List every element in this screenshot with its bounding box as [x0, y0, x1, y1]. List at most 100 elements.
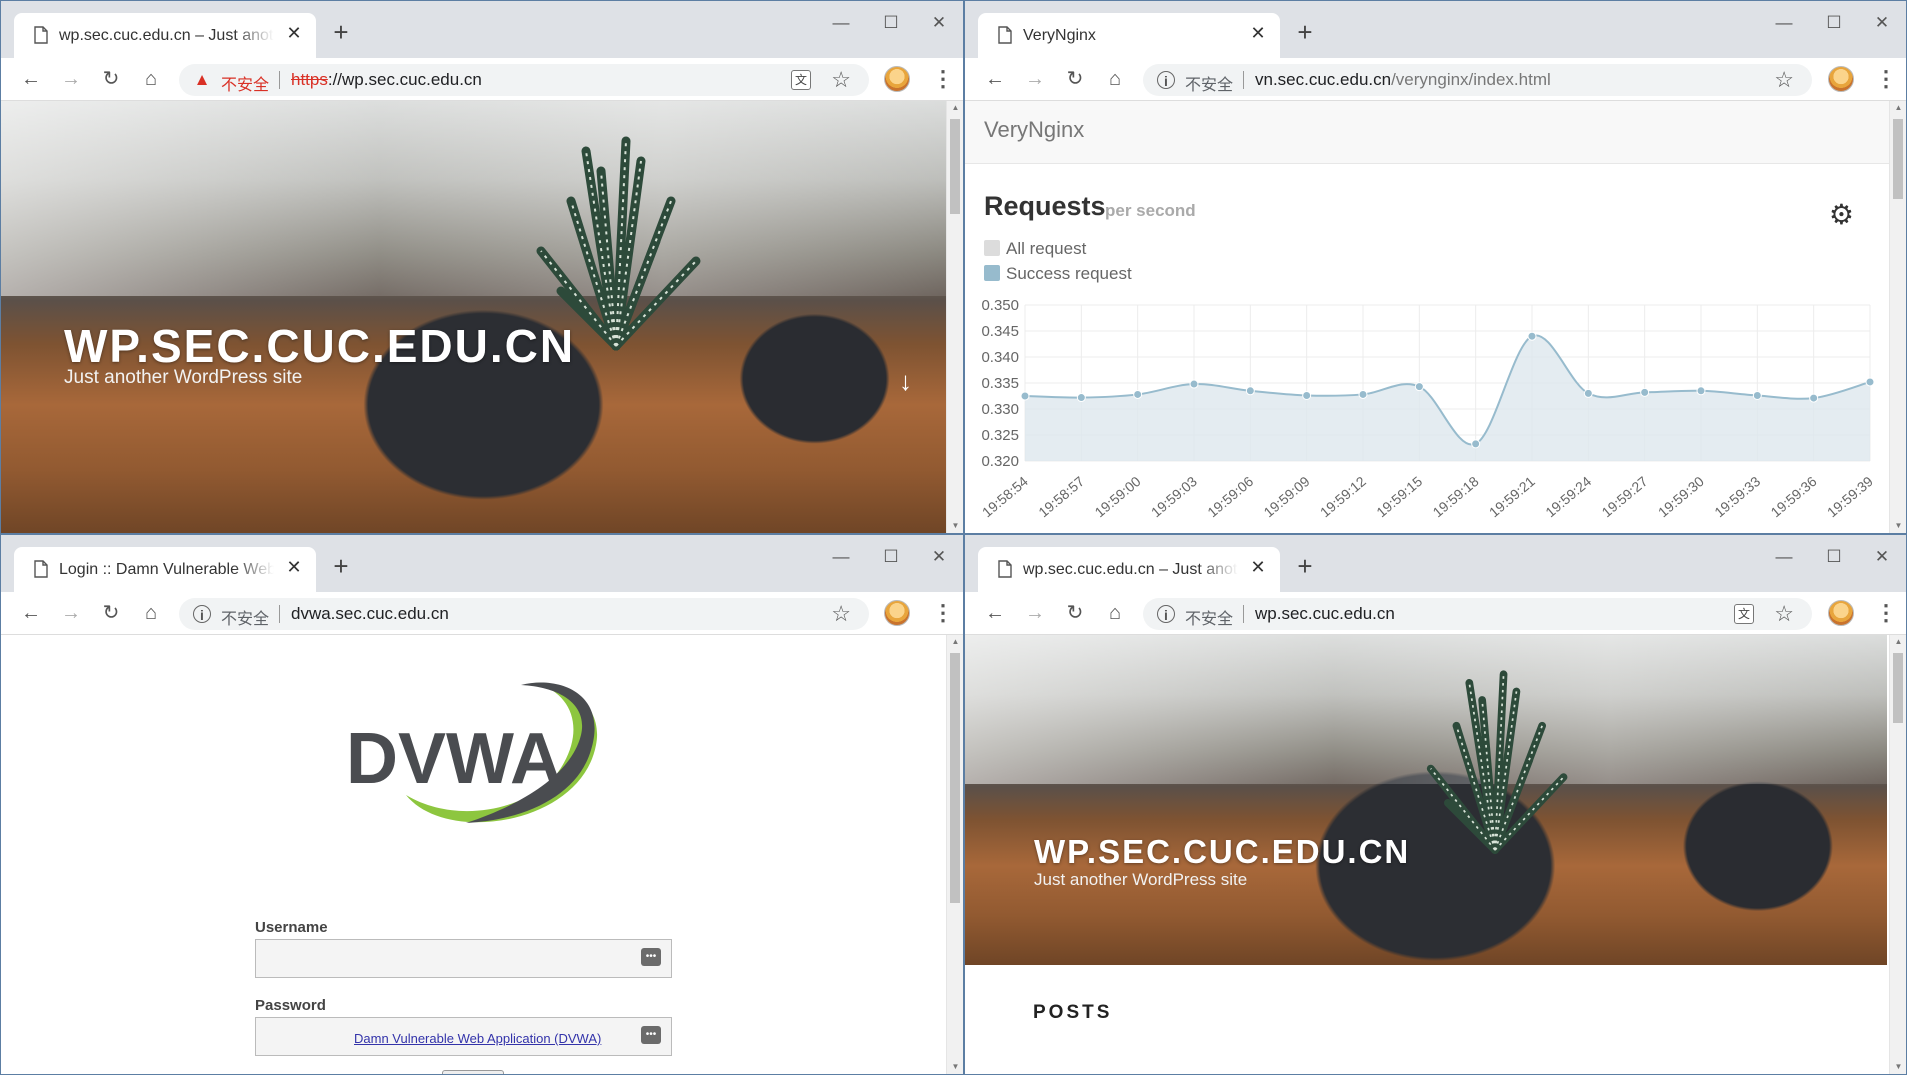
back-icon[interactable]: ←	[981, 65, 1009, 93]
back-icon[interactable]: ←	[17, 65, 45, 93]
scroll-up-arrow-icon[interactable]: ▲	[947, 635, 963, 649]
home-icon[interactable]: ⌂	[1101, 599, 1129, 627]
warning-icon[interactable]: ▲	[193, 71, 211, 89]
reload-icon[interactable]: ↻	[97, 65, 125, 93]
url-text[interactable]: dvwa.sec.cuc.edu.cn	[291, 604, 449, 624]
close-window-button[interactable]: ✕	[1862, 9, 1902, 37]
brand[interactable]: VeryNginx	[984, 117, 1084, 143]
tab-title: Login :: Damn Vulnerable Web Application…	[59, 561, 274, 579]
scroll-thumb[interactable]	[1893, 653, 1903, 723]
site-title[interactable]: WP.SEC.CUC.EDU.CN	[1034, 833, 1410, 871]
password-manager-key-icon[interactable]: •••	[641, 1026, 661, 1044]
scrollbar[interactable]: ▲ ▼	[946, 635, 963, 1074]
address-bar[interactable]: ▲ 不安全 https://wp.sec.cuc.edu.cn 文 ☆	[179, 64, 869, 96]
home-icon[interactable]: ⌂	[137, 65, 165, 93]
username-field[interactable]: •••	[255, 939, 672, 978]
translate-icon[interactable]: 文	[791, 70, 811, 90]
profile-avatar[interactable]	[1828, 600, 1854, 626]
close-tab-icon[interactable]: ✕	[1248, 23, 1268, 43]
scroll-thumb[interactable]	[950, 653, 960, 903]
reload-icon[interactable]: ↻	[1061, 599, 1089, 627]
scroll-thumb[interactable]	[1893, 119, 1903, 199]
home-icon[interactable]: ⌂	[137, 599, 165, 627]
more-menu-icon[interactable]: ⋮	[932, 64, 954, 94]
close-tab-icon[interactable]: ✕	[284, 23, 304, 43]
scroll-down-arrow-icon[interactable]: ▼	[1890, 1060, 1906, 1074]
legend-item-success[interactable]: Success request	[984, 264, 1132, 284]
back-icon[interactable]: ←	[17, 599, 45, 627]
forward-icon[interactable]: →	[57, 65, 85, 93]
scroll-up-arrow-icon[interactable]: ▲	[947, 101, 963, 115]
info-icon[interactable]: i	[1157, 605, 1175, 623]
scrollbar[interactable]: ▲ ▼	[1889, 101, 1906, 533]
scroll-down-arrow-icon[interactable]: ▼	[947, 1060, 963, 1074]
tab-wordpress[interactable]: wp.sec.cuc.edu.cn – Just another WordPre…	[978, 547, 1280, 592]
close-window-button[interactable]: ✕	[919, 543, 959, 571]
new-tab-button[interactable]: +	[326, 552, 356, 582]
url-text[interactable]: vn.sec.cuc.edu.cn/verynginx/index.html	[1255, 70, 1551, 90]
maximize-button[interactable]: ☐	[871, 543, 911, 571]
more-menu-icon[interactable]: ⋮	[1875, 64, 1897, 94]
info-icon[interactable]: i	[193, 605, 211, 623]
password-field[interactable]: Damn Vulnerable Web Application (DVWA) •…	[255, 1017, 672, 1056]
reload-icon[interactable]: ↻	[97, 599, 125, 627]
scroll-down-arrow-icon[interactable]: ▼	[1890, 519, 1906, 533]
maximize-button[interactable]: ☐	[1814, 543, 1854, 571]
close-window-button[interactable]: ✕	[1862, 543, 1902, 571]
autofill-suggestion-link[interactable]: Damn Vulnerable Web Application (DVWA)	[354, 1031, 601, 1046]
minimize-button[interactable]: —	[821, 9, 861, 37]
new-tab-button[interactable]: +	[1290, 18, 1320, 48]
bookmark-star-icon[interactable]: ☆	[1774, 67, 1794, 93]
scroll-down-arrow-icon[interactable]: ↓	[899, 366, 912, 397]
scrollbar[interactable]: ▲ ▼	[1889, 635, 1906, 1074]
close-tab-icon[interactable]: ✕	[1248, 557, 1268, 577]
tab-wordpress[interactable]: wp.sec.cuc.edu.cn – Just another WordPre…	[14, 13, 316, 58]
scroll-up-arrow-icon[interactable]: ▲	[1890, 635, 1906, 649]
bookmark-star-icon[interactable]: ☆	[1774, 601, 1794, 627]
home-icon[interactable]: ⌂	[1101, 65, 1129, 93]
forward-icon[interactable]: →	[57, 599, 85, 627]
site-title[interactable]: WP.SEC.CUC.EDU.CN	[64, 319, 575, 373]
back-icon[interactable]: ←	[981, 599, 1009, 627]
scroll-thumb[interactable]	[950, 119, 960, 214]
forward-icon[interactable]: →	[1021, 65, 1049, 93]
address-bar[interactable]: i 不安全 wp.sec.cuc.edu.cn 文 ☆	[1143, 598, 1812, 630]
scroll-up-arrow-icon[interactable]: ▲	[1890, 101, 1906, 115]
translate-icon[interactable]: 文	[1734, 604, 1754, 624]
dvwa-logo: DVWA	[346, 682, 598, 823]
minimize-button[interactable]: —	[821, 543, 861, 571]
tab-dvwa[interactable]: Login :: Damn Vulnerable Web Application…	[14, 547, 316, 592]
url-text[interactable]: wp.sec.cuc.edu.cn	[1255, 604, 1395, 624]
password-manager-key-icon[interactable]: •••	[641, 948, 661, 966]
close-tab-icon[interactable]: ✕	[284, 557, 304, 577]
close-window-button[interactable]: ✕	[919, 9, 959, 37]
info-icon[interactable]: i	[1157, 71, 1175, 89]
divider	[1243, 71, 1244, 89]
reload-icon[interactable]: ↻	[1061, 65, 1089, 93]
maximize-button[interactable]: ☐	[1814, 9, 1854, 37]
more-menu-icon[interactable]: ⋮	[1875, 598, 1897, 628]
bookmark-star-icon[interactable]: ☆	[831, 67, 851, 93]
scrollbar[interactable]: ▲ ▼	[946, 101, 963, 533]
address-bar[interactable]: i 不安全 dvwa.sec.cuc.edu.cn ☆	[179, 598, 869, 630]
document-icon	[34, 560, 48, 578]
tab-verynginx[interactable]: VeryNginx ✕	[978, 13, 1280, 58]
more-menu-icon[interactable]: ⋮	[932, 598, 954, 628]
profile-avatar[interactable]	[1828, 66, 1854, 92]
new-tab-button[interactable]: +	[1290, 552, 1320, 582]
scroll-down-arrow-icon[interactable]: ▼	[947, 519, 963, 533]
forward-icon[interactable]: →	[1021, 599, 1049, 627]
gear-icon[interactable]: ⚙	[1829, 198, 1854, 231]
new-tab-button[interactable]: +	[326, 18, 356, 48]
legend-item-all[interactable]: All request	[984, 239, 1086, 259]
bookmark-star-icon[interactable]: ☆	[831, 601, 851, 627]
login-button[interactable]	[442, 1070, 504, 1074]
minimize-button[interactable]: —	[1764, 543, 1804, 571]
address-bar[interactable]: i 不安全 vn.sec.cuc.edu.cn/verynginx/index.…	[1143, 64, 1812, 96]
profile-avatar[interactable]	[884, 600, 910, 626]
url-host: ://wp.sec.cuc.edu.cn	[327, 70, 482, 89]
profile-avatar[interactable]	[884, 66, 910, 92]
minimize-button[interactable]: —	[1764, 9, 1804, 37]
url-text[interactable]: https://wp.sec.cuc.edu.cn	[291, 70, 482, 90]
maximize-button[interactable]: ☐	[871, 9, 911, 37]
